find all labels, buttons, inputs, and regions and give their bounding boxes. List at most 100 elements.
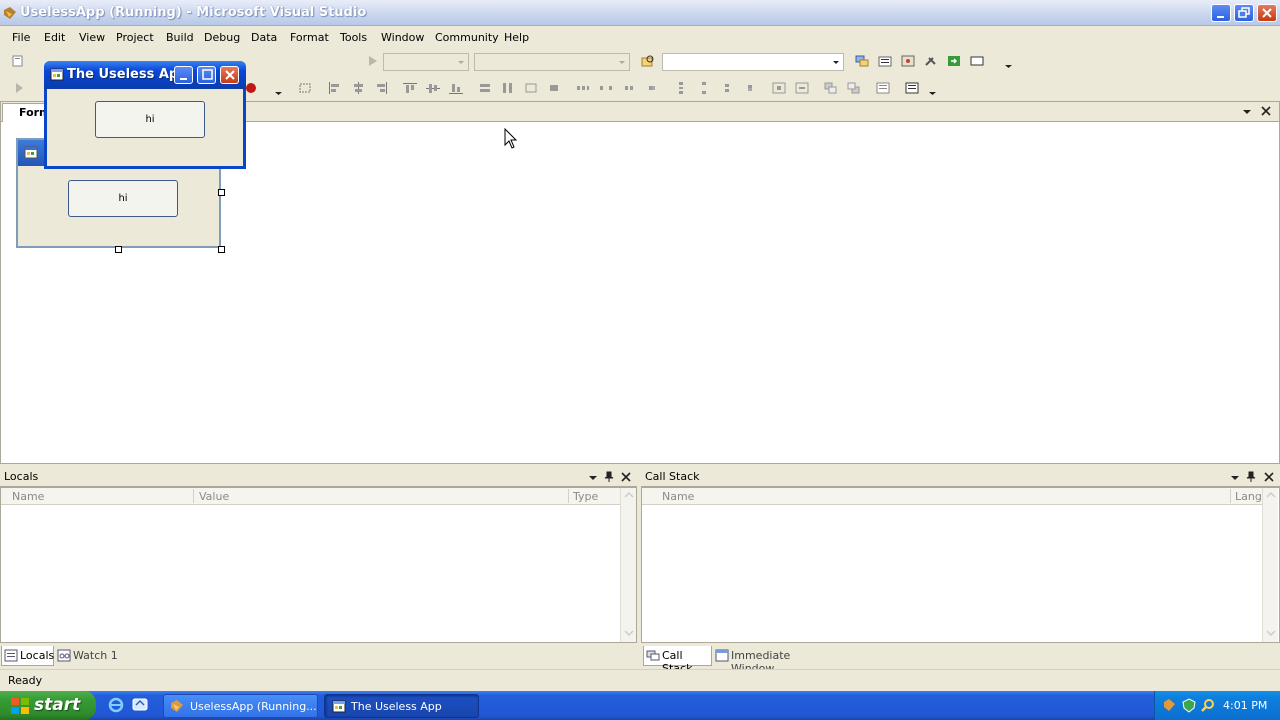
make-same-height-icon[interactable] — [501, 82, 515, 94]
menu-build[interactable]: Build — [166, 31, 194, 44]
chevron-down-icon[interactable] — [587, 472, 599, 484]
taskbar-item-visual-studio[interactable]: UselessApp (Running... — [163, 694, 318, 718]
resize-handle-corner[interactable] — [218, 246, 225, 253]
breakpoint-icon[interactable] — [244, 82, 258, 94]
align-bottoms-icon[interactable] — [449, 82, 463, 94]
window-layout-icon[interactable] — [970, 55, 984, 67]
close-icon[interactable] — [1263, 471, 1275, 483]
app-close-button[interactable] — [220, 66, 239, 84]
security-center-icon[interactable] — [1181, 698, 1197, 713]
remove-vertical-spacing-icon[interactable] — [743, 82, 757, 94]
start-debugging-icon[interactable] — [366, 55, 380, 67]
show-desktop-icon[interactable] — [132, 697, 148, 713]
menu-data[interactable]: Data — [251, 31, 277, 44]
send-to-back-icon[interactable] — [847, 82, 861, 94]
toolbar-options-icon[interactable] — [272, 84, 286, 96]
size-to-grid-icon[interactable] — [547, 82, 561, 94]
menu-view[interactable]: View — [79, 31, 105, 44]
app-maximize-button[interactable] — [197, 66, 216, 84]
solution-explorer-icon[interactable] — [855, 55, 869, 67]
properties-window-icon[interactable] — [878, 55, 892, 67]
tab-locals[interactable]: Locals — [1, 646, 54, 666]
decrease-horizontal-spacing-icon[interactable] — [622, 82, 636, 94]
app-minimize-button[interactable] — [174, 66, 193, 84]
pin-icon[interactable] — [603, 471, 615, 483]
make-same-size-icon[interactable] — [524, 82, 538, 94]
remove-horizontal-spacing-icon[interactable] — [645, 82, 659, 94]
callstack-scrollbar[interactable] — [1262, 488, 1278, 642]
toolbar-options-icon[interactable] — [1002, 57, 1016, 69]
close-button[interactable] — [1257, 4, 1277, 22]
pin-icon[interactable] — [1245, 471, 1257, 483]
chevron-down-icon[interactable] — [1229, 472, 1241, 484]
align-rights-icon[interactable] — [374, 82, 388, 94]
menu-community[interactable]: Community — [435, 31, 499, 44]
decrease-vertical-spacing-icon[interactable] — [720, 82, 734, 94]
minimize-button[interactable] — [1211, 4, 1231, 22]
align-centers-icon[interactable] — [351, 82, 365, 94]
internet-explorer-icon[interactable] — [108, 697, 124, 713]
increase-vertical-spacing-icon[interactable] — [697, 82, 711, 94]
run-icon[interactable] — [12, 82, 26, 94]
solution-config-dropdown[interactable] — [383, 53, 469, 71]
app-hi-button[interactable]: hi — [95, 101, 205, 138]
chevron-down-icon[interactable] — [1241, 106, 1253, 118]
make-same-width-icon[interactable] — [478, 82, 492, 94]
scroll-down-icon[interactable] — [623, 628, 635, 638]
horizontal-spacing-equal-icon[interactable] — [576, 82, 590, 94]
column-value[interactable]: Value — [199, 490, 229, 503]
bring-to-front-icon[interactable] — [824, 82, 838, 94]
menu-help[interactable]: Help — [504, 31, 529, 44]
search-icon[interactable] — [1200, 698, 1216, 713]
align-to-grid-icon[interactable] — [298, 82, 312, 94]
resize-handle-right[interactable] — [218, 189, 225, 196]
restore-button[interactable] — [1234, 4, 1254, 22]
close-icon[interactable] — [620, 471, 632, 483]
center-horizontally-icon[interactable] — [772, 82, 786, 94]
locals-grid[interactable] — [0, 487, 637, 643]
object-browser-icon[interactable] — [901, 55, 915, 67]
find-combo[interactable] — [662, 53, 844, 71]
menu-file[interactable]: File — [12, 31, 30, 44]
align-tops-icon[interactable] — [403, 82, 417, 94]
new-project-icon[interactable] — [12, 55, 26, 67]
callstack-grid[interactable] — [641, 487, 1280, 643]
center-vertically-icon[interactable] — [795, 82, 809, 94]
close-icon[interactable] — [1260, 105, 1272, 117]
format-options-icon[interactable] — [905, 82, 919, 94]
menu-edit[interactable]: Edit — [44, 31, 65, 44]
align-middles-icon[interactable] — [426, 82, 440, 94]
menu-debug[interactable]: Debug — [204, 31, 240, 44]
menu-tools[interactable]: Tools — [340, 31, 367, 44]
running-app-window[interactable]: The Useless App hi — [44, 61, 246, 169]
find-in-files-icon[interactable] — [641, 55, 655, 67]
form-icon — [24, 146, 38, 159]
column-name[interactable]: Name — [12, 490, 44, 503]
tab-order-icon[interactable] — [876, 82, 890, 94]
tab-immediate-window[interactable]: Immediate Window — [713, 646, 833, 675]
column-name[interactable]: Name — [662, 490, 694, 503]
menu-format[interactable]: Format — [290, 31, 329, 44]
menu-project[interactable]: Project — [116, 31, 154, 44]
toolbox-icon[interactable] — [924, 55, 938, 67]
column-language[interactable]: Lang — [1235, 490, 1262, 503]
tab-call-stack[interactable]: Call Stack — [643, 646, 712, 675]
vertical-spacing-equal-icon[interactable] — [674, 82, 688, 94]
toolbar-options-icon[interactable] — [926, 84, 940, 96]
menu-window[interactable]: Window — [381, 31, 424, 44]
resize-handle-bottom[interactable] — [115, 246, 122, 253]
designer-hi-button[interactable]: hi — [68, 180, 178, 217]
network-icon[interactable] — [1162, 698, 1178, 713]
scroll-up-icon[interactable] — [1265, 490, 1277, 500]
taskbar-item-useless-app[interactable]: The Useless App — [324, 694, 479, 718]
start-button[interactable]: start — [0, 691, 96, 720]
tab-watch-1[interactable]: Watch 1 — [55, 646, 121, 666]
align-lefts-icon[interactable] — [328, 82, 342, 94]
increase-horizontal-spacing-icon[interactable] — [599, 82, 613, 94]
locals-scrollbar[interactable] — [620, 488, 636, 642]
start-page-icon[interactable] — [947, 55, 961, 67]
scroll-down-icon[interactable] — [1265, 628, 1277, 638]
column-type[interactable]: Type — [573, 490, 598, 503]
scroll-up-icon[interactable] — [623, 490, 635, 500]
platform-dropdown[interactable] — [474, 53, 630, 71]
